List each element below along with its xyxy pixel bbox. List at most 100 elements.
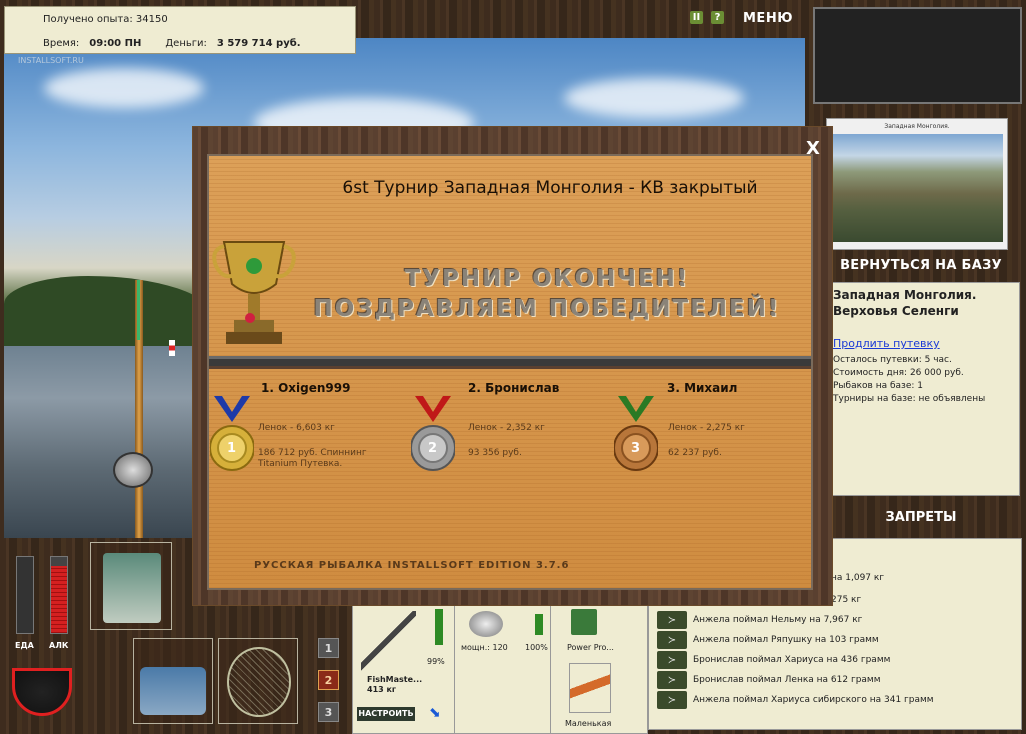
pause-button[interactable]: II <box>690 11 703 24</box>
feed-text: Бронислав поймал Ленка на 612 грамм <box>693 675 881 685</box>
back-to-base-button[interactable]: ВЕРНУТЬСЯ НА БАЗУ <box>826 258 1016 273</box>
reel-power: мощн.: 120 <box>461 643 508 652</box>
trophy-cup-icon <box>212 241 296 344</box>
base-info-line: Турниры на базе: не объявлены <box>833 394 986 404</box>
minimap[interactable] <box>813 7 1022 104</box>
feed-item: ≻ Анжела поймал Ряпушку на 103 грамм <box>657 631 879 649</box>
edition-label: РУССКАЯ РЫБАЛКА INSTALLSOFT EDITION 3.7.… <box>254 560 570 571</box>
alcohol-label: АЛК <box>49 641 69 650</box>
food-meter <box>16 556 34 634</box>
bait-bucket-icon[interactable] <box>12 668 72 716</box>
money-label: Деньги: <box>165 38 207 49</box>
feed-item: ≻ Бронислав поймал Ленка на 612 грамм <box>657 671 881 689</box>
winner-name: 3. Михаил <box>667 381 738 395</box>
watermark: INSTALLSOFT.RU <box>18 56 84 65</box>
base-title-1: Западная Монголия. <box>833 288 977 302</box>
feed-item: ≻ Анжела поймал Нельму на 7,967 кг <box>657 611 862 629</box>
base-title-2: Верховья Селенги <box>833 304 959 318</box>
rod-name: FishMaste... <box>367 675 423 684</box>
gear-panel: 99% FishMaste... 413 кг НАСТРОИТЬ ⬊ мощн… <box>352 604 648 734</box>
cloud <box>564 78 744 118</box>
experience-label: Получено опыта: 34150 <box>43 14 168 25</box>
float-icon <box>169 340 175 356</box>
reel-percent: 100% <box>525 643 548 652</box>
bans-button[interactable]: ЗАПРЕТЫ <box>826 510 1016 525</box>
winner-catch: Ленок - 6,603 кг <box>258 423 335 433</box>
basket-icon <box>140 667 206 715</box>
winner-prize: 186 712 руб. Спиннинг <box>258 448 367 458</box>
gold-medal-icon <box>210 396 254 471</box>
winner-name: 2. Бронислав <box>468 381 560 395</box>
panel-divider <box>209 356 811 369</box>
arrow-icon: ⬊ <box>429 705 441 721</box>
congratulations-heading: ПОЗДРАВЛЯЕМ ПОБЕДИТЕЛЕЙ! <box>313 296 781 322</box>
feed-text: Бронислав поймал Хариуса на 436 грамм <box>693 655 891 665</box>
reel-icon <box>469 611 503 637</box>
feed-item: ≻ Анжела поймал Хариуса сибирского на 341… <box>657 691 934 709</box>
setup-button[interactable]: НАСТРОИТЬ <box>357 707 415 721</box>
results-panel <box>207 154 813 590</box>
base-info-line: Осталось путевки: 5 час. <box>833 355 952 365</box>
photo-caption: Западная Монголия. <box>884 123 950 130</box>
fish-icon: ≻ <box>657 611 687 629</box>
time-label: Время: <box>43 38 80 49</box>
rod-weight: 413 кг <box>367 685 397 694</box>
winner-catch: Ленок - 2,352 кг <box>468 423 545 433</box>
extend-permit-link[interactable]: Продлить путевку <box>833 337 1013 350</box>
rod-icon <box>361 611 416 671</box>
lure-icon <box>569 663 611 713</box>
line-spool-icon <box>571 609 597 635</box>
cloud <box>44 68 204 108</box>
player-info-panel: Получено опыта: 34150 Время: 09:00 ПН Де… <box>4 6 356 54</box>
tackle-box-slot[interactable] <box>90 542 172 630</box>
feed-text: Анжела поймал Хариуса сибирского на 341 … <box>693 695 934 705</box>
rod-condition-bar <box>435 609 443 645</box>
medal-rank: 1 <box>227 441 237 456</box>
feed-text: 275 кг <box>831 595 862 605</box>
help-button[interactable]: ? <box>711 11 724 24</box>
feed-text: Анжела поймал Нельму на 7,967 кг <box>693 615 863 625</box>
fish-icon: ≻ <box>657 691 687 709</box>
medal-rank: 3 <box>631 441 641 456</box>
rod-slot-2-button[interactable]: 2 <box>318 670 339 690</box>
rod-tip <box>137 280 140 340</box>
silver-medal-icon <box>411 396 455 471</box>
line-lure-column[interactable]: Power Pro... Маленькая <box>551 605 621 734</box>
basket-slot[interactable] <box>133 638 213 724</box>
tournament-finished-heading: ТУРНИР ОКОНЧЕН! <box>404 266 690 292</box>
base-info-line: Рыбаков на базе: 1 <box>833 381 923 391</box>
base-info-panel: Западная Монголия. Верховья Селенги Прод… <box>826 282 1020 496</box>
winner-prize: Titanium Путевка. <box>258 459 343 469</box>
winner-catch: Ленок - 2,275 кг <box>668 423 745 433</box>
rod-slot-1-button[interactable]: 1 <box>318 638 339 658</box>
feed-item: ≻ Бронислав поймал Хариуса на 436 грамм <box>657 651 890 669</box>
rod-column[interactable]: 99% FishMaste... 413 кг НАСТРОИТЬ ⬊ <box>353 605 455 734</box>
tackle-box-icon <box>103 553 161 623</box>
winner-prize: 93 356 руб. <box>468 448 522 458</box>
fish-icon: ≻ <box>657 671 687 689</box>
base-info-line: Стоимость дня: 26 000 руб. <box>833 368 964 378</box>
winner-prize: 62 237 руб. <box>668 448 722 458</box>
money-value: 3 579 714 руб. <box>216 38 301 49</box>
reel-condition-bar <box>535 614 543 635</box>
line-name: Power Pro... <box>567 643 614 652</box>
keepnet-icon <box>227 647 291 717</box>
feed-text: на 1,097 кг <box>831 573 885 583</box>
keepnet-slot[interactable] <box>218 638 298 724</box>
menu-button[interactable]: МЕНЮ <box>743 11 793 26</box>
time-value: 09:00 ПН <box>89 38 142 49</box>
reel-icon <box>113 452 153 488</box>
lure-name: Маленькая <box>565 719 612 728</box>
bronze-medal-icon <box>614 396 658 471</box>
food-label: ЕДА <box>15 641 34 650</box>
rod-slot-3-button[interactable]: 3 <box>318 702 339 722</box>
fish-icon: ≻ <box>657 631 687 649</box>
tournament-title: 6st Турнир Западная Монголия - КВ закрыт… <box>342 178 758 198</box>
alcohol-meter <box>50 556 68 634</box>
rod-percent: 99% <box>427 657 445 666</box>
medal-rank: 2 <box>428 441 438 456</box>
river-bank <box>4 276 214 346</box>
reel-column[interactable]: мощн.: 120 100% <box>455 605 551 734</box>
base-landscape-image <box>831 134 1003 242</box>
base-photo: Западная Монголия. <box>826 118 1008 250</box>
